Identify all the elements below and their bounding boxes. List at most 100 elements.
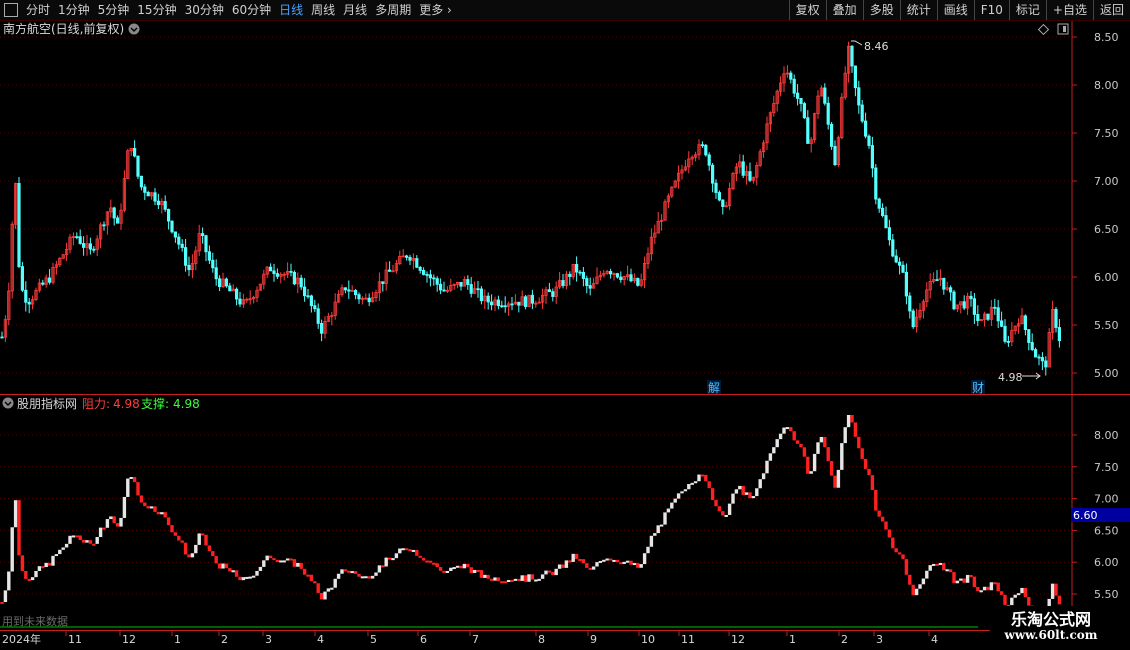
candle-body (476, 288, 480, 291)
indicator-bar (853, 422, 858, 437)
indicator-bar (622, 561, 626, 564)
candle-body (748, 171, 752, 181)
candle-body (48, 277, 52, 283)
month-label: 3 (265, 633, 272, 646)
indicator-bar (156, 511, 161, 515)
indicator-bar (10, 527, 14, 572)
indicator-bar (197, 533, 201, 545)
indicator-bar (608, 558, 613, 561)
candle-body (116, 217, 120, 224)
month-label: 4 (317, 633, 324, 646)
indicator-bar (1020, 587, 1024, 594)
chevron-down-icon[interactable] (2, 397, 14, 409)
candle-body (993, 306, 997, 309)
indicator-bar (285, 558, 290, 561)
indicator-bar (177, 535, 181, 541)
price-tick-label: 6.50 (1094, 223, 1119, 236)
indicator-bar (901, 554, 905, 560)
candle-body (1037, 356, 1041, 359)
indicator-bar (98, 527, 103, 538)
chevron-down-icon[interactable] (128, 23, 140, 35)
candle-body (517, 301, 521, 306)
indicator-bar (445, 571, 450, 574)
candle-body (92, 248, 96, 251)
high-price-label: 8.46 (864, 40, 889, 53)
candle-body (173, 231, 177, 238)
candle-body (156, 200, 160, 206)
candle-body (857, 87, 861, 106)
indicator-bar (591, 566, 596, 570)
candle-body (524, 296, 528, 307)
candle-body (901, 264, 905, 273)
indicator-bar (119, 517, 123, 527)
indicator-bar (710, 488, 715, 501)
candle-body (146, 191, 150, 197)
indicator-bar (925, 570, 929, 579)
indicator-bar (194, 544, 198, 554)
indicator-bar (999, 591, 1004, 595)
indicator-bar (843, 427, 847, 444)
indicator-bar (690, 482, 694, 485)
indicator-bar (928, 565, 932, 571)
indicator-bar (30, 577, 35, 581)
candle-body (41, 282, 45, 285)
indicator-bar (180, 540, 184, 543)
indicator-bar (585, 563, 589, 568)
indicator-bar (207, 545, 212, 552)
indicator-bar (350, 571, 354, 574)
candle-body (877, 198, 881, 209)
candle-body (721, 199, 725, 207)
indicator-bar (850, 415, 854, 423)
candle-body (486, 295, 490, 303)
high-marker-line (851, 40, 863, 46)
future-data-note: 用到未来数据 (2, 614, 68, 628)
indicator-bar (714, 500, 718, 507)
indicator-bar (897, 552, 902, 555)
indicator-bar (935, 563, 939, 566)
indicator-bar (982, 586, 987, 591)
indicator-bar (1003, 594, 1007, 605)
indicator-bar (272, 558, 276, 561)
price-tick-label: 5.50 (1094, 319, 1119, 332)
indicator-bar (880, 516, 885, 522)
indicator-bar (568, 560, 572, 563)
candle-body (707, 154, 711, 166)
candle-body (381, 281, 385, 284)
indicator-bar (812, 453, 817, 472)
indicator-bar (149, 506, 154, 509)
indicator-bar (411, 549, 416, 552)
indicator-bar (122, 496, 127, 518)
indicator-bar (41, 566, 45, 569)
candle-body (170, 220, 174, 233)
candle-body (850, 45, 854, 67)
indicator-series (0, 415, 1062, 622)
indicator-bar (292, 559, 297, 567)
indicator-bar (85, 540, 89, 543)
indicator-bar (663, 512, 667, 525)
candle-body (1054, 308, 1058, 328)
kline-chart[interactable]: 南方航空(日线,前复权) 8.50 8.00 7.50 7.00 6.50 6.00 5.5… (0, 0, 1130, 650)
indicator-bar (731, 493, 735, 504)
month-label: 9 (590, 633, 597, 646)
event-label-unlock: 解 (708, 381, 720, 395)
indicator-bar (61, 547, 65, 550)
indicator-bar (540, 574, 545, 579)
indicator-bar (51, 555, 55, 566)
indicator-bar (170, 525, 174, 533)
indicator-bar (826, 447, 830, 462)
indicator-bar (425, 560, 429, 563)
candle-body (17, 183, 21, 268)
indicator-bar (629, 560, 633, 565)
indicator-bar (296, 562, 300, 567)
candle-body (75, 236, 79, 239)
support-label: 支撑: (141, 396, 169, 411)
indicator-bar (738, 485, 742, 490)
candle-body (180, 243, 184, 248)
year-label: 2024年 (2, 632, 41, 646)
stock-title: 南方航空(日线,前复权) (3, 21, 124, 36)
diamond-icon[interactable] (1037, 23, 1050, 36)
indicator-bar (513, 578, 518, 581)
candle-body (581, 272, 586, 279)
indicator-bar (574, 553, 579, 559)
candle-body (996, 307, 1000, 322)
